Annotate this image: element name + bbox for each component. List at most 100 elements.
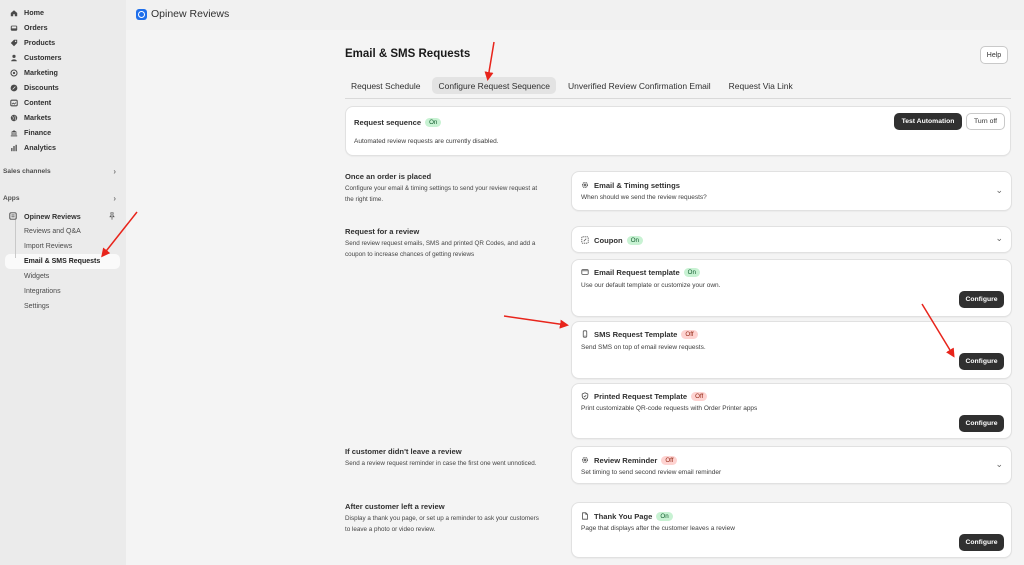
status-badge: On xyxy=(425,118,442,127)
sms-template-configure-button[interactable]: Configure xyxy=(959,353,1004,370)
coupon-title: Coupon On xyxy=(581,236,643,245)
chevron-right-icon: › xyxy=(113,193,116,203)
email-template-desc: Use our default template or customize yo… xyxy=(581,282,721,289)
apps-label: Apps xyxy=(3,194,20,202)
status-badge: On xyxy=(656,512,673,521)
section-no-review: If customer didn't leave a review Send a… xyxy=(345,447,560,469)
section-title: If customer didn't leave a review xyxy=(345,447,462,456)
sub-label: Settings xyxy=(24,303,50,310)
sub-label: Reviews and Q&A xyxy=(24,228,81,235)
sales-channels-label: Sales channels xyxy=(3,167,51,175)
chart-icon xyxy=(9,143,18,152)
nav-label: Home xyxy=(24,8,44,17)
coupon-icon xyxy=(581,236,590,245)
status-badge: On xyxy=(626,236,643,245)
review-reminder-card[interactable]: Review Reminder Off Set timing to send s… xyxy=(571,446,1012,484)
sms-template-desc: Send SMS on top of email review requests… xyxy=(581,344,706,351)
main-content: Email & SMS Requests Help Request Schedu… xyxy=(126,30,1024,565)
nav-orders[interactable]: Orders xyxy=(0,20,126,35)
apps-section[interactable]: Apps › xyxy=(0,191,126,205)
sidebar-item-settings[interactable]: Settings xyxy=(0,299,126,314)
tab-request-via-link[interactable]: Request Via Link xyxy=(723,77,799,94)
nav-marketing[interactable]: Marketing xyxy=(0,65,126,80)
page-title: Email & SMS Requests xyxy=(345,48,471,60)
opinew-logo-icon xyxy=(136,8,147,20)
nav-analytics[interactable]: Analytics xyxy=(0,140,126,155)
test-automation-button[interactable]: Test Automation xyxy=(894,113,962,130)
app-icon xyxy=(9,212,18,221)
email-timing-card[interactable]: Email & Timing settings When should we s… xyxy=(571,171,1012,211)
thank-you-title: Thank You Page On xyxy=(581,512,673,521)
chevron-down-icon[interactable]: ⌄ xyxy=(995,233,1003,244)
nav-products[interactable]: Products xyxy=(0,35,126,50)
nav-finance[interactable]: Finance xyxy=(0,125,126,140)
printed-template-configure-button[interactable]: Configure xyxy=(959,415,1004,432)
review-reminder-title: Review Reminder Off xyxy=(581,456,678,465)
nav-label: Products xyxy=(24,38,56,47)
section-desc-line2: to leave a photo or video review. xyxy=(345,526,436,533)
coupon-card[interactable]: Coupon On ⌄ xyxy=(571,226,1012,253)
request-sequence-card: Request sequence On Automated review req… xyxy=(345,106,1011,156)
nav-label: Finance xyxy=(24,128,52,137)
section-desc-line1: Configure your email & timing settings t… xyxy=(345,185,538,192)
request-sequence-title: Request sequence On xyxy=(354,118,442,127)
mail-icon xyxy=(581,268,590,277)
section-desc-line2: the right time. xyxy=(345,196,384,203)
nav-content[interactable]: Content xyxy=(0,95,126,110)
tabs: Request Schedule Configure Request Seque… xyxy=(345,77,1011,99)
page-icon xyxy=(581,512,590,521)
request-sequence-title-text: Request sequence xyxy=(354,118,422,127)
chevron-down-icon[interactable]: ⌄ xyxy=(995,459,1003,470)
card-title-text: Email & Timing settings xyxy=(594,181,680,190)
tab-request-schedule[interactable]: Request Schedule xyxy=(345,77,426,94)
sidebar-item-widgets[interactable]: Widgets xyxy=(0,269,126,284)
nav-label: Content xyxy=(24,98,52,107)
gear-icon xyxy=(581,181,590,190)
sub-label: Integrations xyxy=(24,288,61,295)
tab-unverified-review-confirmation[interactable]: Unverified Review Confirmation Email xyxy=(562,77,717,94)
tab-configure-request-sequence[interactable]: Configure Request Sequence xyxy=(432,77,556,94)
email-timing-title: Email & Timing settings xyxy=(581,181,680,190)
status-badge: Off xyxy=(691,392,708,401)
nav-discounts[interactable]: Discounts xyxy=(0,80,126,95)
sidebar-item-import-reviews[interactable]: Import Reviews xyxy=(0,239,126,254)
person-icon xyxy=(9,53,18,62)
bank-icon xyxy=(9,128,18,137)
nav-home[interactable]: Home xyxy=(0,5,126,20)
section-order-placed: Once an order is placed Configure your e… xyxy=(345,172,560,205)
tree-connector xyxy=(15,220,16,258)
sub-label: Email & SMS Requests xyxy=(24,258,101,265)
sidebar-item-reviews-qa[interactable]: Reviews and Q&A xyxy=(0,224,126,239)
turn-off-button[interactable]: Turn off xyxy=(966,113,1005,130)
sidebar-item-integrations[interactable]: Integrations xyxy=(0,284,126,299)
nav-markets[interactable]: Markets xyxy=(0,110,126,125)
email-template-configure-button[interactable]: Configure xyxy=(959,291,1004,308)
card-title-text: Thank You Page xyxy=(594,512,653,521)
chevron-down-icon[interactable]: ⌄ xyxy=(995,185,1003,196)
thank-you-configure-button[interactable]: Configure xyxy=(959,534,1004,551)
review-reminder-desc: Set timing to send second review email r… xyxy=(581,469,722,476)
nav-label: Analytics xyxy=(24,143,56,152)
sidebar-item-email-sms-requests[interactable]: Email & SMS Requests xyxy=(5,254,120,269)
section-desc-line1: Send review request emails, SMS and prin… xyxy=(345,240,536,247)
content-icon xyxy=(9,98,18,107)
chevron-right-icon: › xyxy=(113,166,116,176)
status-badge: Off xyxy=(681,330,698,339)
sales-channels-section[interactable]: Sales channels › xyxy=(0,164,126,178)
nav-label: Orders xyxy=(24,23,48,32)
section-title: Once an order is placed xyxy=(345,172,432,181)
section-desc-line1: Send a review request reminder in case t… xyxy=(345,460,537,467)
section-desc-line2: coupon to increase chances of getting re… xyxy=(345,251,475,258)
card-title-text: SMS Request Template xyxy=(594,330,678,339)
card-title-text: Email Request template xyxy=(594,268,680,277)
nav-label: Markets xyxy=(24,113,52,122)
sidebar: Home Orders Products Customers Marketing… xyxy=(0,0,126,565)
pin-icon[interactable] xyxy=(108,211,116,222)
thank-you-card: Thank You Page On Page that displays aft… xyxy=(571,502,1012,558)
nav-customers[interactable]: Customers xyxy=(0,50,126,65)
inbox-icon xyxy=(9,23,18,32)
target-icon xyxy=(9,68,18,77)
nav-label: Customers xyxy=(24,53,62,62)
app-opinew-reviews[interactable]: Opinew Reviews xyxy=(0,209,126,224)
help-button[interactable]: Help xyxy=(980,46,1008,64)
